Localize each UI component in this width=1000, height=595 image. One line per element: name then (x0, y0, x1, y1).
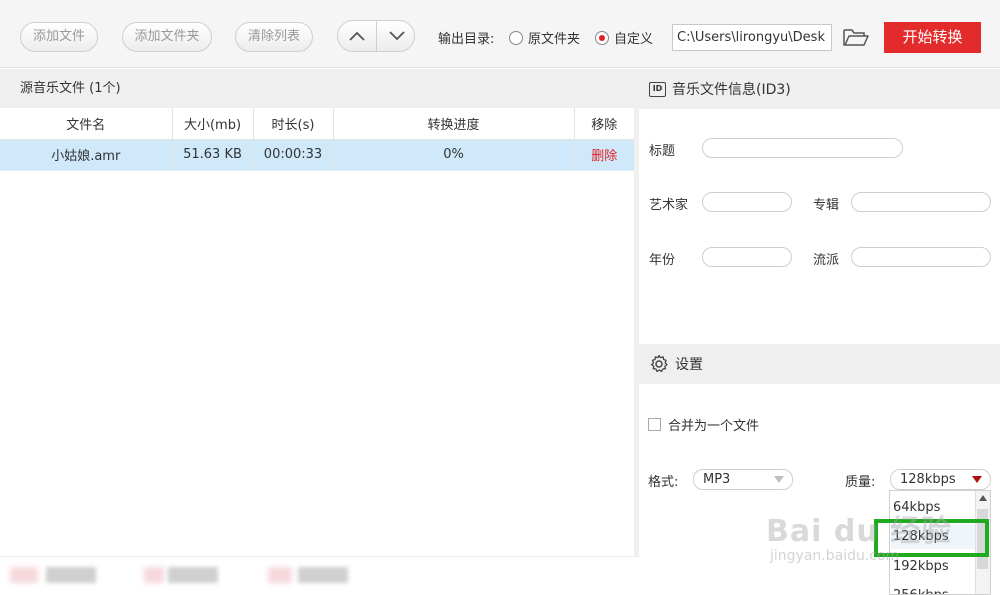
browse-folder-button[interactable] (842, 26, 870, 48)
merge-files-checkbox[interactable]: 合并为一个文件 (648, 415, 759, 434)
format-select-value: MP3 (703, 472, 731, 487)
cell-progress: 0% (333, 139, 575, 171)
title-label: 标题 (649, 144, 676, 159)
checkbox-box (648, 418, 661, 431)
column-header-progress[interactable]: 转换进度 (333, 108, 575, 140)
start-convert-button[interactable]: 开始转换 (884, 22, 981, 53)
radio-circle (509, 30, 523, 45)
blurred-text (46, 567, 96, 583)
blurred-icon (144, 567, 164, 583)
format-select[interactable]: MP3 (693, 469, 793, 490)
panel-divider (634, 69, 639, 556)
quality-option-192[interactable]: 192kbps (891, 555, 975, 579)
toolbar: 添加文件 添加文件夹 清除列表 输出目录: 原文件夹 自定义 C:\Users\… (0, 0, 1000, 68)
id3-header: ID 音乐文件信息(ID3) (639, 69, 1000, 109)
file-list-header: 源音乐文件 (1个) (0, 69, 634, 108)
column-header-size[interactable]: 大小(mb) (172, 108, 254, 140)
radio-custom-label: 自定义 (614, 32, 654, 47)
album-label: 专辑 (813, 198, 840, 213)
clear-list-button[interactable]: 清除列表 (235, 22, 313, 52)
dropdown-arrow-icon (972, 476, 982, 483)
artist-input[interactable] (702, 192, 792, 212)
title-input[interactable] (702, 138, 903, 158)
radio-original-folder[interactable]: 原文件夹 (509, 28, 580, 47)
blurred-icon (10, 567, 38, 583)
column-header-duration[interactable]: 时长(s) (253, 108, 334, 140)
id3-header-title: 音乐文件信息(ID3) (672, 82, 791, 98)
blurred-text (168, 567, 218, 583)
album-input[interactable] (851, 192, 991, 212)
blurred-icon (268, 567, 292, 583)
chevron-down-icon (388, 31, 405, 41)
table-row[interactable]: 小姑娘.amr 51.63 KB 00:00:33 0% 删除 (0, 139, 634, 171)
remove-link[interactable]: 删除 (574, 139, 634, 171)
cell-filename: 小姑娘.amr (0, 139, 173, 171)
merge-files-label: 合并为一个文件 (668, 419, 760, 434)
move-down-button[interactable] (377, 21, 414, 51)
radio-original-label: 原文件夹 (528, 32, 581, 47)
output-path-field[interactable]: C:\Users\lirongyu\Desk (672, 24, 832, 51)
quality-select-value: 128kbps (900, 472, 956, 487)
id-icon: ID (649, 81, 666, 97)
settings-header-title: 设置 (675, 357, 703, 373)
file-table: 文件名 大小(mb) 时长(s) 转换进度 移除 小姑娘.amr 51.63 K… (0, 108, 634, 171)
column-header-remove[interactable]: 移除 (574, 108, 634, 140)
cell-size: 51.63 KB (172, 139, 254, 171)
year-input[interactable] (702, 247, 792, 267)
output-dir-label: 输出目录: (438, 32, 495, 47)
genre-input[interactable] (851, 247, 991, 267)
quality-select[interactable]: 128kbps (890, 469, 991, 490)
folder-open-icon (843, 29, 869, 46)
watermark: Bai du 经验 (766, 514, 953, 549)
settings-header: 设置 (639, 344, 1000, 384)
radio-custom-folder[interactable]: 自定义 (595, 28, 653, 47)
artist-label: 艺术家 (649, 198, 689, 213)
scroll-up-arrow-icon[interactable] (979, 495, 987, 501)
dropdown-arrow-icon (774, 476, 784, 483)
cell-duration: 00:00:33 (253, 139, 334, 171)
gear-icon (650, 354, 668, 373)
radio-circle-checked (595, 30, 609, 45)
bottom-status-bar (0, 556, 639, 595)
column-header-filename[interactable]: 文件名 (0, 108, 173, 140)
chevron-up-icon (349, 31, 365, 41)
add-folder-button[interactable]: 添加文件夹 (122, 22, 212, 52)
add-file-button[interactable]: 添加文件 (20, 22, 98, 52)
quality-label: 质量: (845, 475, 876, 490)
move-up-button[interactable] (338, 21, 377, 51)
format-label: 格式: (648, 475, 679, 490)
year-label: 年份 (649, 253, 676, 268)
genre-label: 流派 (813, 253, 840, 268)
quality-option-256[interactable]: 256kbps (891, 584, 975, 594)
move-buttons (337, 20, 415, 52)
watermark-url: jingyan.baidu.com (770, 548, 900, 564)
blurred-text (298, 567, 348, 583)
